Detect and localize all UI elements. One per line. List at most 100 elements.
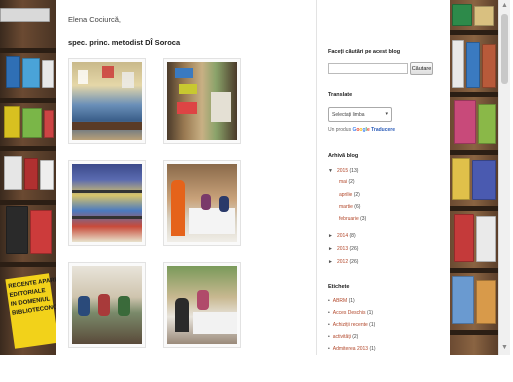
shelf-board [450, 30, 498, 35]
book [30, 210, 52, 254]
post-photo[interactable] [68, 262, 146, 348]
label-name: activități [332, 334, 351, 340]
book [452, 4, 472, 26]
archive-month-label: mai [339, 179, 348, 185]
book [6, 206, 28, 254]
search-input[interactable] [328, 63, 408, 74]
expand-triangle-icon[interactable]: ► [328, 233, 333, 239]
language-select[interactable]: Selectați limba ▾ [328, 107, 392, 122]
archive-year-count: (26) [349, 246, 359, 252]
book [452, 276, 474, 324]
chevron-down-icon: ▾ [385, 111, 388, 117]
label-count: (1) [366, 310, 374, 316]
language-select-label: Selectați limba [332, 112, 365, 118]
label-link[interactable]: • activități (2) [328, 334, 358, 340]
photo-meeting-women-1 [167, 164, 237, 242]
bullet-icon: • [328, 322, 330, 328]
shelf-board [0, 98, 56, 103]
book [454, 100, 476, 144]
scroll-up-arrow-icon[interactable]: ▲ [501, 2, 508, 10]
book [40, 160, 54, 190]
blank-margin-bottom [0, 355, 513, 382]
book [6, 56, 20, 88]
shelf-board [450, 150, 498, 155]
book [478, 104, 496, 144]
label-count: (1) [348, 298, 355, 304]
shelf-board [450, 206, 498, 211]
label-count: (1) [369, 322, 376, 328]
book [472, 160, 496, 200]
post-photo[interactable] [163, 262, 241, 348]
book [476, 280, 496, 324]
shelf-board [0, 146, 56, 151]
label-name: Admiterea 2013 [332, 346, 369, 352]
book [466, 42, 480, 88]
label-name: Acces Deschis [332, 310, 366, 316]
background-bookshelf-left: RECENTE APARI EDITORIALE IN DOMENIUL BIB… [0, 0, 56, 355]
label-name: Achiziții recente [332, 322, 368, 328]
book [22, 108, 42, 138]
shelf-board [450, 92, 498, 97]
book [0, 8, 50, 22]
expand-triangle-icon[interactable]: ► [328, 259, 333, 265]
shelf-board [450, 268, 498, 273]
archive-year-label: 2014 [337, 233, 349, 239]
bullet-icon: • [328, 346, 330, 352]
archive-month-link[interactable]: februarie (3) [339, 216, 366, 222]
archive-month-link[interactable]: mai (2) [339, 179, 355, 185]
post-photo[interactable] [163, 160, 241, 246]
bullet-icon: • [328, 334, 330, 340]
search-button[interactable]: Căutare [410, 62, 433, 75]
book [476, 216, 496, 262]
archive-month-link[interactable]: aprilie (2) [339, 192, 360, 198]
book [4, 156, 22, 190]
archive-year-count: (26) [349, 259, 359, 265]
photo-library-exhibition-1 [72, 62, 142, 140]
book [42, 60, 54, 88]
archive-year-label: 2015 [337, 168, 349, 174]
archive-year-link[interactable]: 2013 (26) [337, 246, 358, 252]
scroll-down-arrow-icon[interactable]: ▼ [501, 344, 508, 352]
archive-month-count: (3) [360, 216, 367, 222]
screenshot-frame: RECENTE APARI EDITORIALE IN DOMENIUL BIB… [0, 0, 510, 355]
label-link[interactable]: • Admiterea 2013 (1) [328, 346, 376, 352]
archive-month-link[interactable]: martie (6) [339, 204, 360, 210]
book [22, 58, 40, 88]
photo-meeting-women-3 [167, 266, 237, 344]
photo-meeting-women-2 [72, 266, 142, 344]
book [4, 106, 20, 138]
collapse-triangle-icon[interactable]: ▼ [328, 168, 333, 174]
archive-year-link[interactable]: 2012 (26) [337, 259, 358, 265]
label-link[interactable]: • Acces Deschis (1) [328, 310, 373, 316]
book [452, 40, 464, 88]
post-photo[interactable] [163, 58, 241, 144]
photo-library-exhibition-2 [167, 62, 237, 140]
archive-year-link[interactable]: 2015 (13) [337, 168, 358, 174]
book [454, 214, 474, 262]
label-link[interactable]: • Achiziții recente (1) [328, 322, 375, 328]
label-link[interactable]: • ABRM (1) [328, 298, 355, 304]
search-widget-title: Faceți căutări pe acest blog [328, 49, 401, 55]
bullet-icon: • [328, 310, 330, 316]
archive-year-count: (13) [349, 168, 359, 174]
post-author-role: spec. princ. metodist DÎ Soroca [68, 38, 181, 47]
archive-month-count: (6) [354, 204, 361, 210]
label-count: (2) [352, 334, 359, 340]
archive-month-count: (2) [348, 179, 355, 185]
google-logo[interactable]: Google [352, 127, 371, 133]
powered-by-text: Un produs [328, 127, 352, 133]
book [452, 158, 470, 200]
translate-service-link[interactable]: Traducere [371, 127, 395, 133]
post-photo[interactable] [68, 160, 146, 246]
archive-year-link[interactable]: 2014 (8) [337, 233, 356, 239]
vertical-scrollbar[interactable]: ▲ ▼ [498, 0, 510, 355]
bullet-icon: • [328, 298, 330, 304]
post-photo[interactable] [68, 58, 146, 144]
book [482, 44, 496, 88]
shelf-board [0, 200, 56, 205]
expand-triangle-icon[interactable]: ► [328, 246, 333, 252]
google-letter: e [366, 127, 370, 133]
scrollbar-thumb[interactable] [501, 14, 508, 84]
post-body: Elena Cociurcă, spec. princ. metodist DÎ… [56, 0, 316, 355]
label-name: ABRM [332, 298, 348, 304]
